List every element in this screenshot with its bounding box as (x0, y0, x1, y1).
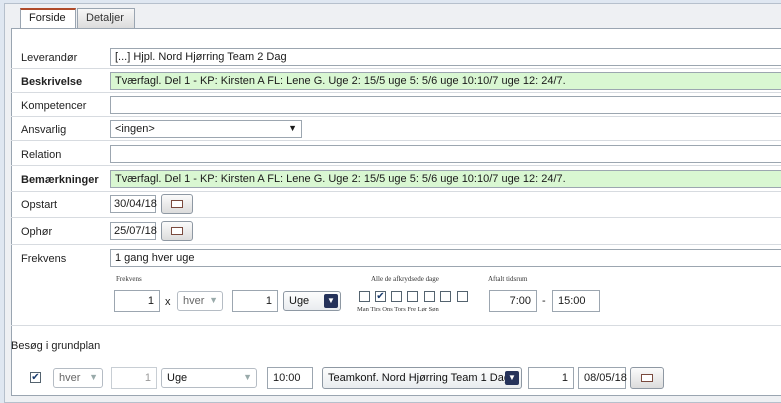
calendar-icon (641, 374, 653, 382)
divider (11, 92, 781, 93)
divider (11, 325, 781, 326)
day-checkbox-man[interactable] (359, 291, 370, 302)
grundplan-date-input[interactable]: 08/05/18 (578, 367, 627, 389)
tab-forside[interactable]: Forside (20, 8, 76, 29)
grundplan-unit-select[interactable]: Uge ▼ (161, 368, 257, 388)
kompetencer-field[interactable] (110, 96, 781, 114)
grundplan-time-input[interactable]: 10:00 (267, 367, 313, 389)
dropdown-arrow-icon: ▼ (505, 371, 519, 385)
beskrivelse-label: Beskrivelse (21, 76, 83, 88)
opstart-date-field[interactable]: 30/04/18 (110, 195, 157, 213)
ansvarlig-select[interactable]: <ingen> ▼ (110, 120, 302, 138)
day-checkbox-tors[interactable] (407, 291, 418, 302)
grundplan-count-input[interactable]: 1 (528, 367, 574, 389)
day-checkbox-tirs[interactable]: ✔ (375, 291, 386, 302)
grundplan-checkbox[interactable]: ✔ (30, 372, 41, 383)
dropdown-arrow-icon: ▼ (324, 294, 338, 308)
frequency-hver-select[interactable]: hver ▼ (177, 291, 223, 311)
day-checkbox-fre[interactable] (424, 291, 435, 302)
frequency-hver-value: hver (183, 295, 205, 307)
day-labels: Man Tirs Ons Tors Fre Lør Søn (357, 306, 439, 313)
grundplan-unit-value: Uge (167, 372, 188, 384)
divider (11, 191, 781, 192)
times-label: x (165, 296, 171, 308)
dropdown-arrow-icon: ▼ (89, 372, 98, 382)
bemaerkninger-field[interactable]: Tværfagl. Del 1 - KP: Kirsten A FL: Lene… (110, 170, 781, 188)
frequency-count-input[interactable]: 1 (114, 290, 160, 312)
time-from-input[interactable]: 7:00 (489, 290, 537, 312)
time-to-input[interactable]: 15:00 (552, 290, 600, 312)
dropdown-arrow-icon: ▼ (243, 372, 252, 382)
ophor-date-field[interactable]: 25/07/18 (110, 222, 157, 240)
frekvens-label: Frekvens (21, 253, 67, 265)
relation-label: Relation (21, 149, 62, 161)
divider (11, 244, 781, 245)
opstart-label: Opstart (21, 199, 58, 211)
grundplan-hver-select[interactable]: hver ▼ (53, 368, 103, 388)
kompetencer-label: Kompetencer (21, 100, 87, 112)
frequency-unit-select[interactable]: Uge ▼ (283, 291, 341, 311)
day-checkbox-ons[interactable] (391, 291, 402, 302)
frekvens-small-label: Frekvens (116, 275, 142, 283)
tab-detaljer-label: Detaljer (86, 12, 124, 24)
ansvarlig-label: Ansvarlig (21, 124, 67, 136)
dropdown-arrow-icon: ▼ (288, 123, 297, 133)
grundplan-interval-input[interactable]: 1 (111, 367, 157, 389)
divider (11, 116, 781, 117)
tab-forside-label: Forside (29, 12, 66, 24)
divider (11, 140, 781, 141)
grundplan-calendar-button[interactable] (630, 367, 664, 389)
grundplan-team-value: Teamkonf. Nord Hjørring Team 1 Dag (328, 372, 510, 384)
beskrivelse-field[interactable]: Tværfagl. Del 1 - KP: Kirsten A FL: Lene… (110, 72, 781, 90)
grundplan-team-select[interactable]: Teamkonf. Nord Hjørring Team 1 Dag ▼ (322, 367, 522, 389)
frequency-interval-input[interactable]: 1 (232, 290, 278, 312)
dropdown-arrow-icon: ▼ (209, 295, 218, 305)
ophor-label: Ophør (21, 226, 53, 238)
divider (11, 165, 781, 166)
ophor-calendar-button[interactable] (161, 221, 193, 241)
relation-field[interactable] (110, 145, 781, 163)
tab-detaljer[interactable]: Detaljer (77, 8, 135, 28)
time-dash: - (542, 295, 546, 307)
opstart-calendar-button[interactable] (161, 194, 193, 214)
ansvarlig-value: <ingen> (115, 123, 155, 135)
leverandor-field[interactable]: [...] Hjpl. Nord Hjørring Team 2 Dag (110, 48, 781, 66)
frequency-unit-value: Uge (289, 295, 310, 307)
calendar-icon (171, 227, 183, 235)
days-section-label: Alle de afkrydsede dage (371, 275, 439, 283)
bemaerkninger-label: Bemærkninger (21, 174, 99, 186)
day-checkbox-lor[interactable] (440, 291, 451, 302)
divider (11, 68, 781, 69)
time-section-label: Aftalt tidsrum (488, 275, 528, 283)
grundplan-title: Besøg i grundplan (11, 340, 101, 352)
calendar-icon (171, 200, 183, 208)
frekvens-field[interactable]: 1 gang hver uge (110, 249, 781, 267)
leverandor-label: Leverandør (21, 52, 78, 64)
day-checkbox-son[interactable] (457, 291, 468, 302)
grundplan-hver-value: hver (59, 372, 81, 384)
divider (11, 217, 781, 218)
